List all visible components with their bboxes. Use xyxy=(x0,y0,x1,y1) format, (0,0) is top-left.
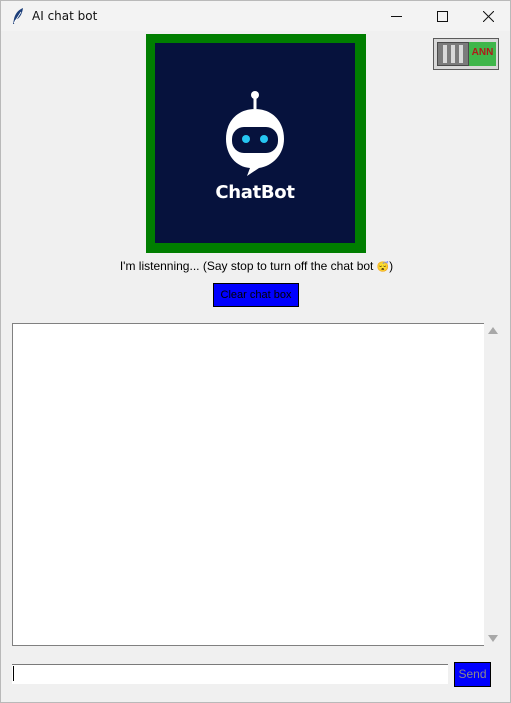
close-button[interactable] xyxy=(465,1,511,31)
maximize-icon xyxy=(436,10,448,22)
text-caret xyxy=(13,666,14,681)
robot-icon xyxy=(226,91,284,176)
title-bar[interactable]: AI chat bot xyxy=(1,1,510,31)
toggle-label: ANN xyxy=(471,47,494,58)
toggle-knob xyxy=(437,42,469,66)
close-icon xyxy=(482,10,494,22)
app-window: AI chat bot ChatBot ANN I'm listenning..… xyxy=(0,0,511,703)
minimize-icon xyxy=(390,15,402,17)
chatbot-logo-text: ChatBot xyxy=(215,182,295,203)
chat-log[interactable] xyxy=(12,323,484,646)
feather-icon xyxy=(11,7,25,25)
grip-icon xyxy=(443,45,463,63)
message-input[interactable] xyxy=(12,664,448,684)
clear-chat-button[interactable]: Clear chat box xyxy=(213,283,299,307)
scroll-down-icon[interactable] xyxy=(488,635,498,642)
ann-toggle[interactable]: ANN xyxy=(433,38,499,70)
status-text: I'm listenning... (Say stop to turn off … xyxy=(1,259,511,273)
chatbot-logo: ChatBot xyxy=(155,43,355,243)
chat-scrollbar[interactable] xyxy=(484,323,502,646)
chatbot-logo-frame: ChatBot xyxy=(146,34,366,253)
window-title: AI chat bot xyxy=(32,9,98,23)
status-suffix: ) xyxy=(389,259,394,273)
scroll-up-icon[interactable] xyxy=(488,327,498,334)
toggle-on-area: ANN xyxy=(469,42,496,66)
maximize-button[interactable] xyxy=(419,1,465,31)
minimize-button[interactable] xyxy=(373,1,419,31)
send-button[interactable]: Send xyxy=(454,662,491,687)
status-message: I'm listenning... (Say stop to turn off … xyxy=(119,259,377,273)
sleeping-face-icon: 😴 xyxy=(376,262,390,273)
